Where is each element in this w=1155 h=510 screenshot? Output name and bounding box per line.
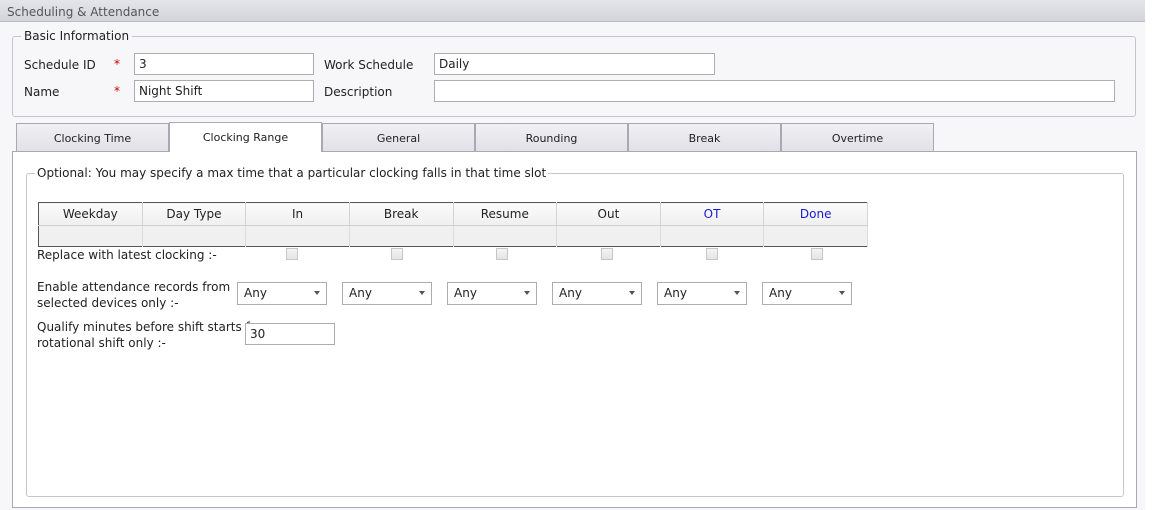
table-row[interactable] [38, 225, 868, 247]
device-select-break[interactable]: Any [342, 282, 432, 305]
col-in[interactable]: In [245, 202, 350, 226]
devices-label-line2: selected devices only :- [37, 296, 179, 310]
schedule-id-label: Schedule ID [24, 58, 96, 72]
grid-cell[interactable] [142, 225, 247, 247]
grid-cell[interactable] [556, 225, 661, 247]
tab-break[interactable]: Break [628, 123, 781, 152]
tab-clocking-range[interactable]: Clocking Range [169, 122, 322, 152]
chevron-down-icon [839, 291, 845, 295]
qualify-label-line2: rotational shift only :- [37, 336, 166, 350]
replace-in-checkbox[interactable] [286, 248, 298, 260]
window-title: Scheduling & Attendance [0, 0, 1145, 22]
right-edge [1145, 0, 1155, 510]
work-schedule-input[interactable] [434, 53, 715, 75]
chevron-down-icon [734, 291, 740, 295]
col-out[interactable]: Out [556, 202, 661, 226]
col-done[interactable]: Done [763, 202, 868, 226]
device-select-resume[interactable]: Any [447, 282, 537, 305]
tab-rounding[interactable]: Rounding [475, 123, 628, 152]
device-select-ot[interactable]: Any [657, 282, 747, 305]
device-select-ot-value: Any [664, 286, 687, 300]
grid-cell[interactable] [38, 225, 143, 247]
device-select-done-value: Any [769, 286, 792, 300]
device-select-in-value: Any [244, 286, 267, 300]
col-break[interactable]: Break [349, 202, 454, 226]
name-required-mark: * [114, 84, 120, 98]
description-label: Description [324, 85, 393, 99]
grid-cell[interactable] [660, 225, 765, 247]
grid-cell[interactable] [349, 225, 454, 247]
grid-header-row: Weekday Day Type In Break Resume Out OT … [38, 202, 868, 226]
chevron-down-icon [419, 291, 425, 295]
name-input[interactable] [134, 80, 314, 102]
description-input[interactable] [434, 80, 1115, 102]
tab-strip: Clocking Time Clocking Range General Rou… [16, 122, 936, 153]
grid-cell[interactable] [453, 225, 558, 247]
grid-cell[interactable] [245, 225, 350, 247]
device-select-in[interactable]: Any [237, 282, 327, 305]
device-select-out[interactable]: Any [552, 282, 642, 305]
work-schedule-label: Work Schedule [324, 58, 414, 72]
device-select-break-value: Any [349, 286, 372, 300]
col-day-type[interactable]: Day Type [142, 202, 247, 226]
col-weekday[interactable]: Weekday [38, 202, 143, 226]
clocking-range-grid: Weekday Day Type In Break Resume Out OT … [38, 202, 868, 247]
schedule-id-required-mark: * [114, 57, 120, 71]
schedule-id-input[interactable] [134, 53, 314, 75]
device-select-resume-value: Any [454, 286, 477, 300]
scheduling-attendance-page: Scheduling & Attendance Basic Informatio… [0, 0, 1155, 510]
qualify-minutes-input[interactable] [245, 323, 335, 345]
replace-latest-label: Replace with latest clocking :- [37, 248, 217, 262]
replace-done-checkbox[interactable] [811, 248, 823, 260]
col-resume[interactable]: Resume [453, 202, 558, 226]
grid-cell[interactable] [763, 225, 868, 247]
replace-ot-checkbox[interactable] [706, 248, 718, 260]
replace-out-checkbox[interactable] [601, 248, 613, 260]
basic-information-legend: Basic Information [24, 29, 130, 43]
devices-label-line1: Enable attendance records from [37, 280, 231, 294]
device-select-out-value: Any [559, 286, 582, 300]
device-select-done[interactable]: Any [762, 282, 852, 305]
tab-overtime[interactable]: Overtime [781, 123, 934, 152]
chevron-down-icon [524, 291, 530, 295]
name-label: Name [24, 85, 60, 99]
tab-general[interactable]: General [322, 123, 475, 152]
replace-break-checkbox[interactable] [391, 248, 403, 260]
chevron-down-icon [314, 291, 320, 295]
replace-resume-checkbox[interactable] [496, 248, 508, 260]
qualify-label-line1: Qualify minutes before shift starts for [37, 320, 263, 334]
optional-clocking-legend: Optional: You may specify a max time tha… [37, 166, 547, 180]
tab-clocking-time[interactable]: Clocking Time [16, 123, 169, 152]
col-ot[interactable]: OT [660, 202, 765, 226]
chevron-down-icon [629, 291, 635, 295]
